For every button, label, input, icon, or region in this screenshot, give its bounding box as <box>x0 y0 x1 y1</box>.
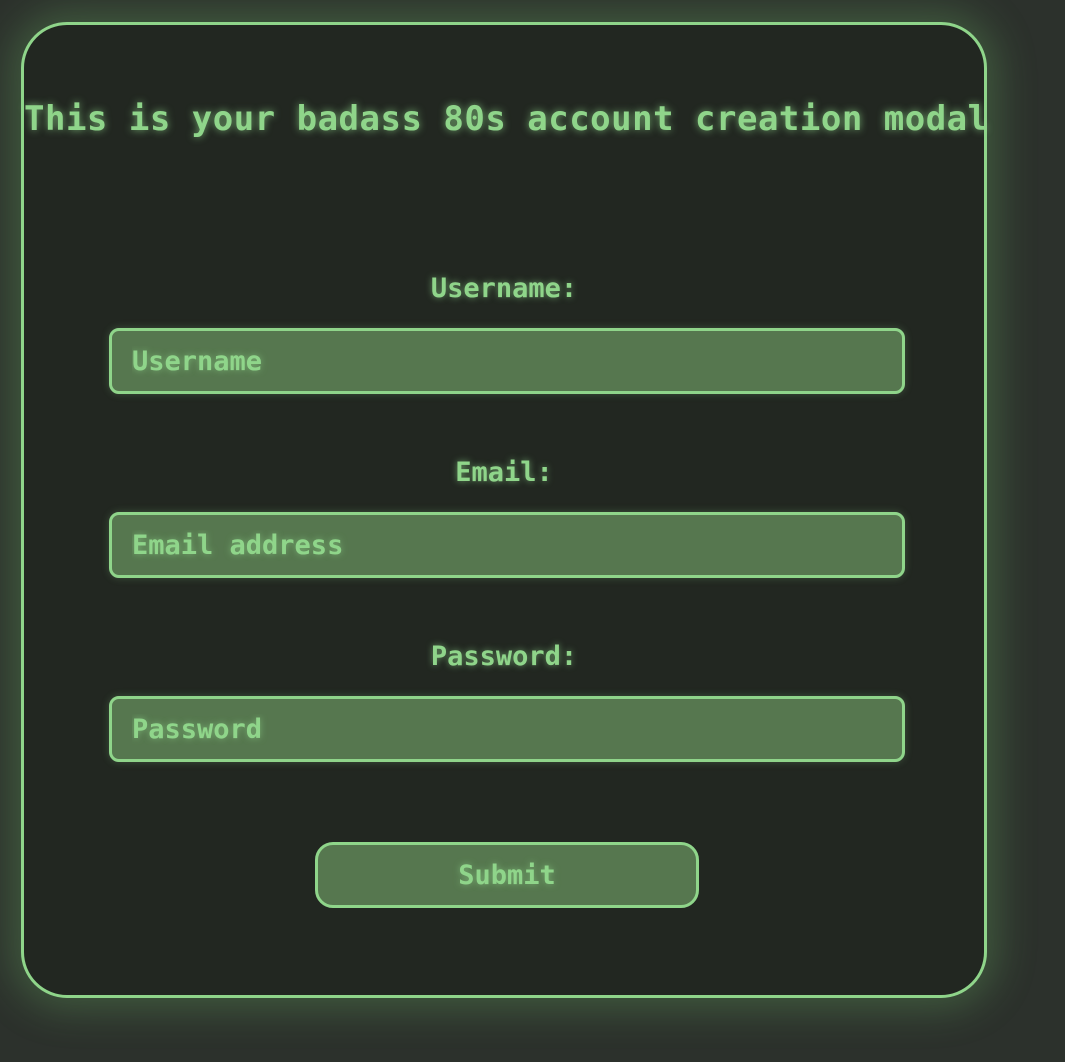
username-input[interactable] <box>112 331 902 391</box>
account-creation-modal: This is your badass 80s account creation… <box>21 22 989 998</box>
password-field-box <box>109 696 905 762</box>
submit-button[interactable]: Submit <box>315 842 699 908</box>
email-label: Email: <box>455 457 553 488</box>
password-label: Password: <box>430 641 578 672</box>
username-label: Username: <box>430 273 578 304</box>
username-field-box <box>109 328 905 394</box>
email-input[interactable] <box>112 515 902 575</box>
email-field-box <box>109 512 905 578</box>
modal-title: This is your badass 80s account creation… <box>24 99 989 139</box>
password-input[interactable] <box>112 699 902 759</box>
